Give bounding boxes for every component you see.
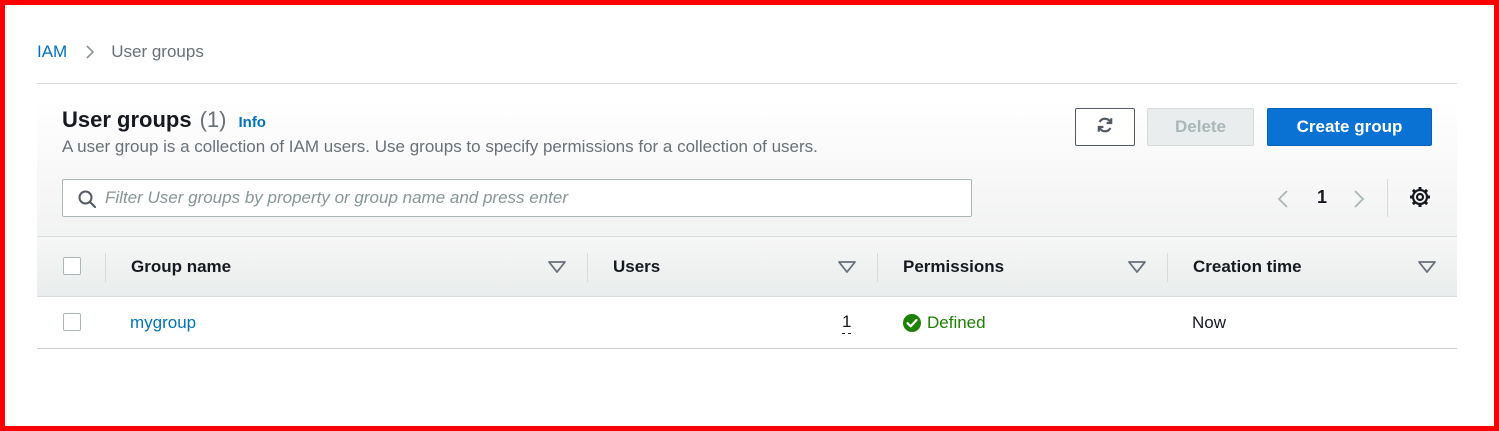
permissions-status: Defined (903, 313, 986, 333)
sort-down-icon[interactable] (1417, 260, 1437, 279)
creation-time-cell: Now (1192, 297, 1226, 348)
page-number[interactable]: 1 (1317, 187, 1327, 208)
breadcrumb-current: User groups (111, 42, 204, 61)
column-header-users[interactable]: Users (613, 237, 660, 297)
delete-button[interactable]: Delete (1147, 108, 1254, 146)
users-cell: 1 (842, 297, 852, 348)
info-link[interactable]: Info (238, 114, 266, 131)
sort-down-icon[interactable] (547, 260, 567, 279)
select-all-checkbox[interactable] (63, 257, 81, 275)
group-name-link[interactable]: mygroup (130, 297, 196, 348)
users-count[interactable]: 1 (842, 311, 852, 334)
pagination-divider (1387, 179, 1388, 217)
sort-down-icon[interactable] (1127, 260, 1147, 279)
permissions-cell: Defined (903, 297, 986, 348)
search-icon (77, 189, 97, 214)
breadcrumb-iam-link[interactable]: IAM (37, 42, 67, 62)
column-divider (1167, 253, 1168, 282)
header-divider (37, 83, 1457, 84)
column-header-creation-time[interactable]: Creation time (1193, 237, 1302, 297)
permissions-label: Defined (927, 312, 986, 332)
next-page-icon[interactable] (1353, 189, 1365, 214)
search-input[interactable] (105, 180, 965, 216)
refresh-icon (1095, 115, 1115, 140)
search-box (62, 179, 972, 217)
previous-page-icon[interactable] (1277, 189, 1289, 214)
column-divider (877, 253, 878, 282)
title-row: User groups (1) Info (62, 107, 266, 133)
page-description: A user group is a collection of IAM user… (62, 137, 818, 156)
column-header-permissions[interactable]: Permissions (903, 237, 1004, 297)
breadcrumb: IAM User groups (37, 41, 204, 63)
group-count: (1) (199, 107, 227, 132)
creation-time-value: Now (1192, 312, 1227, 332)
refresh-button[interactable] (1075, 108, 1135, 146)
create-group-button[interactable]: Create group (1267, 108, 1432, 146)
group-name-text[interactable]: mygroup (130, 313, 196, 333)
column-divider (587, 253, 588, 282)
panel-header: User groups (1) Info A user group is a c… (37, 99, 1457, 237)
column-header-group-name[interactable]: Group name (131, 237, 231, 297)
row-checkbox[interactable] (63, 313, 81, 331)
chevron-right-icon (85, 44, 95, 60)
user-groups-panel: User groups (1) Info A user group is a c… (37, 99, 1457, 349)
gear-icon[interactable] (1409, 186, 1431, 213)
table-header: Group name Users Permissions Creation ti… (37, 237, 1457, 297)
check-circle-icon (903, 313, 921, 332)
column-divider (105, 253, 106, 282)
pagination: 1 (1275, 185, 1375, 211)
table-row: mygroup 1 Defined Now (37, 297, 1457, 348)
sort-down-icon[interactable] (837, 260, 857, 279)
page-title: User groups (62, 107, 192, 132)
